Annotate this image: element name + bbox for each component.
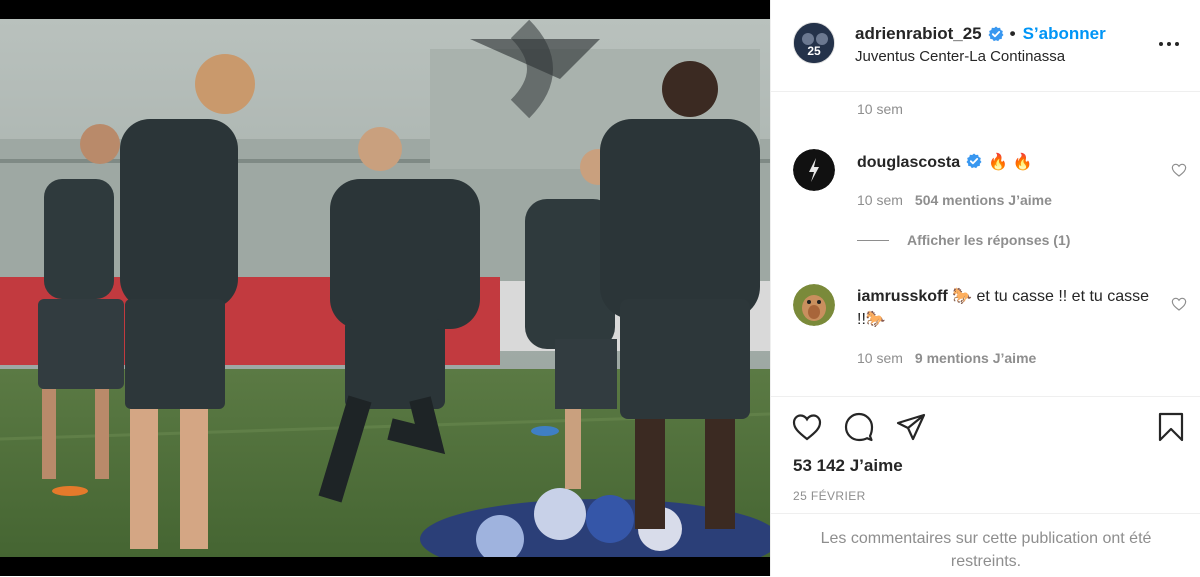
post-date[interactable]: 25 FÉVRIER	[793, 489, 866, 503]
author-avatar[interactable]: 25	[793, 22, 835, 64]
comment-icon[interactable]	[843, 411, 875, 443]
likes-count[interactable]: 53 142 J’aime	[793, 456, 903, 476]
comment-meta: 10 sem 9 mentions J’aime	[857, 350, 1037, 366]
heart-icon[interactable]	[791, 411, 823, 443]
show-replies-button[interactable]: Afficher les réponses (1)	[857, 232, 1070, 248]
comment-meta: 10 sem 504 mentions J’aime	[857, 192, 1052, 208]
comment-likes-count[interactable]: 9 mentions J’aime	[915, 350, 1036, 366]
caption-time: 10 sem	[857, 101, 903, 117]
comment-username[interactable]: iamrusskoff	[857, 288, 948, 305]
comments-list: 10 sem douglascosta 🔥 🔥 10 sem 504 mentio…	[771, 92, 1200, 396]
comment-avatar-iamrusskoff[interactable]	[793, 284, 835, 326]
author-username[interactable]: adrienrabiot_25	[855, 24, 982, 44]
show-replies-label: Afficher les réponses (1)	[907, 232, 1071, 248]
comments-restricted-notice: Les commentaires sur cette publication o…	[771, 513, 1200, 577]
comment-username[interactable]: douglascosta	[857, 154, 960, 171]
training-photo	[0, 19, 770, 557]
douglascosta-avatar-image	[793, 149, 835, 191]
comment-text: 🔥 🔥	[988, 154, 1033, 171]
author-avatar-number: 25	[807, 44, 821, 58]
verified-badge-icon	[988, 26, 1004, 42]
comment-douglascosta: douglascosta 🔥 🔥	[857, 151, 1157, 174]
post-location[interactable]: Juventus Center-La Continassa	[855, 48, 1065, 65]
post-header: 25 adrienrabiot_25 • S’abonner Juventus …	[771, 0, 1200, 92]
post-media	[0, 0, 770, 576]
comment-likes-count[interactable]: 504 mentions J’aime	[915, 192, 1052, 208]
share-icon[interactable]	[895, 411, 927, 443]
comment-like-heart-icon[interactable]	[1171, 296, 1187, 312]
bookmark-icon[interactable]	[1155, 411, 1187, 443]
post-actions: 53 142 J’aime 25 FÉVRIER Les commentaire…	[771, 396, 1200, 576]
verified-badge-icon	[966, 153, 982, 169]
more-options-icon[interactable]	[1159, 34, 1183, 54]
comment-iamrusskoff: iamrusskoff 🐎 et tu casse !! et tu casse…	[857, 285, 1157, 331]
comment-avatar-douglascosta[interactable]	[793, 149, 835, 191]
follow-button[interactable]: S’abonner	[1023, 24, 1106, 44]
comment-like-heart-icon[interactable]	[1171, 162, 1187, 178]
post-photo[interactable]	[0, 19, 770, 557]
author-line: adrienrabiot_25 • S’abonner	[855, 24, 1106, 44]
post-side-panel: 25 adrienrabiot_25 • S’abonner Juventus …	[770, 0, 1200, 576]
header-separator: •	[1009, 24, 1016, 43]
replies-divider	[857, 239, 889, 241]
iamrusskoff-avatar-image	[793, 284, 835, 326]
